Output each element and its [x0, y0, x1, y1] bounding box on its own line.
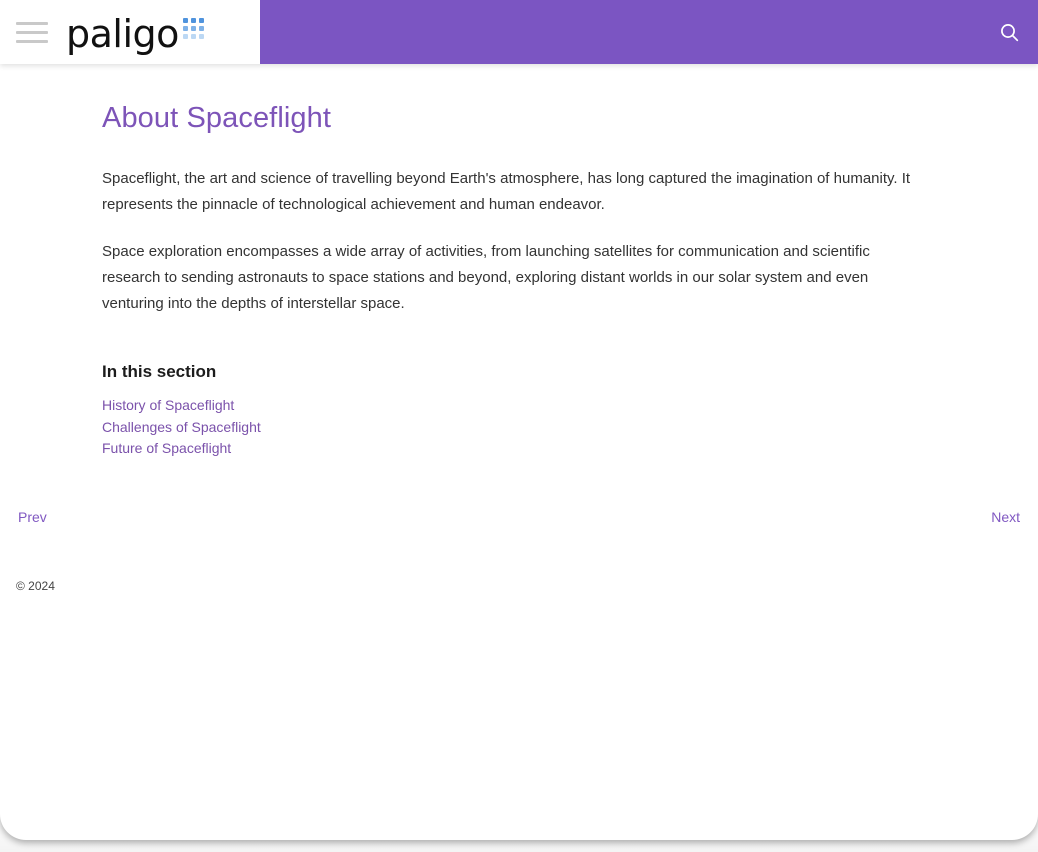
hamburger-bar [16, 39, 48, 43]
search-icon[interactable] [980, 0, 1038, 64]
logo-wordmark: paligo [66, 12, 179, 56]
logo-dot [190, 26, 196, 31]
logo-dot [198, 34, 204, 39]
logo-dot [190, 18, 196, 23]
in-this-section-heading: In this section [102, 362, 217, 381]
article-body: About Spaceflight Spaceflight, the art a… [102, 64, 936, 460]
list-item: Challenges of Spaceflight [102, 417, 936, 439]
header-left-panel: paligo [0, 0, 260, 64]
section-link-challenges[interactable]: Challenges of Spaceflight [102, 417, 261, 439]
page-title: About Spaceflight [102, 102, 332, 134]
page-content: About Spaceflight Spaceflight, the art a… [0, 64, 1038, 593]
section-link-future[interactable]: Future of Spaceflight [102, 438, 231, 460]
body-paragraph: Space exploration encompasses a wide arr… [102, 243, 870, 312]
dot-grid-icon [182, 18, 204, 39]
logo-dot [182, 18, 188, 23]
hamburger-menu-icon[interactable] [16, 17, 50, 47]
section-link-history[interactable]: History of Spaceflight [102, 395, 234, 417]
site-viewport: paligo About Spaceflight Spaceflight, th… [0, 0, 1038, 840]
paligo-logo[interactable]: paligo [66, 11, 204, 53]
copyright-text: © 2024 [16, 579, 55, 593]
header-brand-bar [260, 0, 1038, 64]
pagination-nav: Prev Next [0, 506, 1038, 528]
logo-dot [182, 34, 188, 39]
site-header: paligo [0, 0, 1038, 64]
in-this-section-list: History of Spaceflight Challenges of Spa… [102, 395, 936, 460]
logo-dot [198, 26, 204, 31]
site-footer: © 2024 [0, 578, 1038, 594]
logo-dot [198, 18, 204, 23]
list-item: Future of Spaceflight [102, 438, 936, 460]
body-paragraph: Spaceflight, the art and science of trav… [102, 170, 911, 213]
hamburger-bar [16, 21, 48, 25]
list-item: History of Spaceflight [102, 395, 936, 417]
logo-dot [182, 26, 188, 31]
logo-dot [190, 34, 196, 39]
page-frame: paligo About Spaceflight Spaceflight, th… [0, 0, 1038, 852]
prev-link[interactable]: Prev [18, 506, 47, 528]
next-link[interactable]: Next [991, 506, 1020, 528]
hamburger-bar [16, 30, 48, 34]
